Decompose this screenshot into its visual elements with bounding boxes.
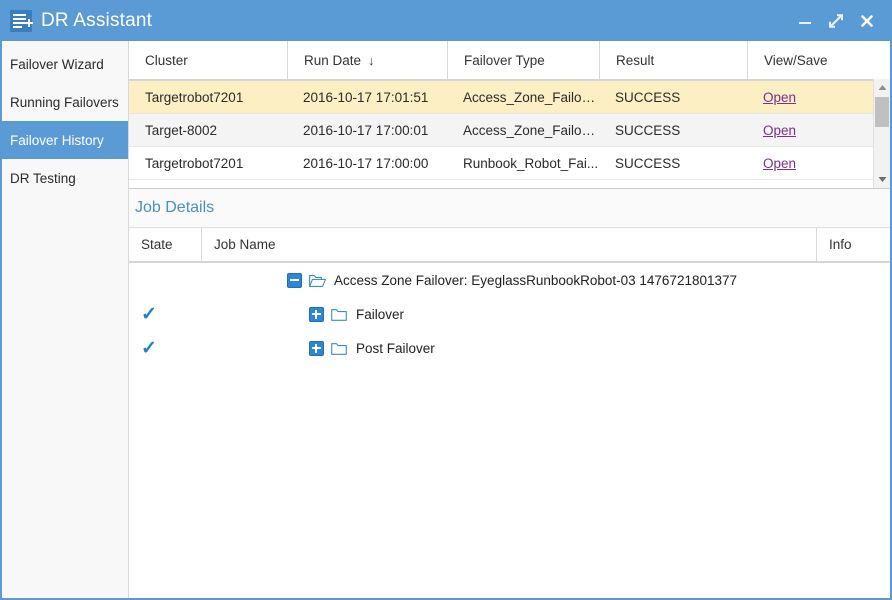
scroll-down-icon[interactable]	[874, 171, 890, 188]
sidebar-item-dr-testing[interactable]: DR Testing	[2, 159, 128, 197]
folder-closed-icon	[331, 342, 348, 355]
job-details-tree: Access Zone Failover: EyeglassRunbookRob…	[129, 263, 890, 598]
cell-result: SUCCESS	[615, 122, 681, 138]
column-header-label: Info	[829, 237, 852, 252]
tree-node-label: Access Zone Failover: EyeglassRunbookRob…	[334, 272, 738, 288]
cell-job-name: Failover	[201, 306, 405, 322]
column-header-label: Result	[616, 52, 655, 68]
job-details-column-headers: State Job Name Info	[129, 228, 890, 263]
open-link[interactable]: Open	[763, 90, 796, 105]
column-header-job-name[interactable]: Job Name	[201, 228, 816, 261]
cell-result: SUCCESS	[615, 89, 681, 105]
grid-header-row: Cluster Run Date ↓ Failover Type Result …	[129, 41, 890, 81]
tree-node-failover[interactable]: ✓ Failover	[129, 297, 890, 331]
collapse-minus-icon[interactable]	[287, 272, 302, 288]
sidebar-item-running-failovers[interactable]: Running Failovers	[2, 83, 128, 121]
vertical-scrollbar[interactable]	[873, 79, 890, 188]
folder-closed-icon	[331, 308, 348, 321]
grid-body: Targetrobot7201 2016-10-17 17:01:51 Acce…	[129, 81, 890, 188]
column-header-cluster[interactable]: Cluster	[129, 41, 287, 79]
tree-node-root[interactable]: Access Zone Failover: EyeglassRunbookRob…	[129, 263, 890, 297]
cell-view-save: Open	[747, 90, 867, 105]
cell-failover-type: Access_Zone_Failover	[463, 122, 599, 138]
app-window: DR Assistant Failover Wizard Running Fai…	[0, 0, 892, 600]
column-header-label: Failover Type	[464, 52, 545, 68]
close-icon[interactable]	[858, 12, 876, 30]
cell-state: ✓	[129, 339, 201, 358]
failover-history-grid: Cluster Run Date ↓ Failover Type Result …	[129, 41, 890, 189]
table-row[interactable]: Target-8002 2016-10-17 17:00:01 Access_Z…	[129, 114, 890, 147]
column-header-failover-type[interactable]: Failover Type	[447, 41, 599, 79]
job-details-header: Job Details	[129, 189, 890, 228]
sidebar: Failover Wizard Running Failovers Failov…	[2, 41, 129, 598]
cell-view-save: Open	[747, 123, 867, 138]
scroll-thumb[interactable]	[875, 97, 889, 127]
title-bar: DR Assistant	[2, 0, 890, 41]
cell-run-date: 2016-10-17 17:01:51	[303, 89, 429, 105]
column-header-label: View/Save	[764, 52, 828, 68]
tree-node-label: Post Failover	[356, 340, 435, 356]
sidebar-item-label: Running Failovers	[10, 94, 119, 110]
cell-failover-type: Runbook_Robot_Fai...	[463, 155, 599, 171]
table-row[interactable]: Targetrobot7201 2016-10-17 17:01:51 Acce…	[129, 81, 890, 114]
sidebar-item-label: Failover Wizard	[10, 56, 104, 72]
app-title: DR Assistant	[41, 9, 153, 31]
job-details-title: Job Details	[135, 199, 215, 216]
column-header-info[interactable]: Info	[816, 228, 890, 261]
open-link[interactable]: Open	[763, 123, 796, 138]
column-header-state[interactable]: State	[129, 228, 201, 261]
column-header-view-save[interactable]: View/Save	[747, 41, 867, 79]
tree-node-label: Failover	[356, 306, 405, 322]
expand-plus-icon[interactable]	[309, 340, 324, 356]
sidebar-item-label: Failover History	[10, 132, 104, 148]
column-header-label: Run Date	[304, 52, 362, 68]
cell-cluster: Target-8002	[145, 122, 218, 138]
content-pane: Cluster Run Date ↓ Failover Type Result …	[129, 41, 890, 598]
success-check-icon: ✓	[141, 337, 157, 359]
list-plus-icon	[10, 9, 33, 32]
cell-cluster: Targetrobot7201	[145, 89, 244, 105]
cell-job-name: Post Failover	[201, 340, 435, 356]
expand-plus-icon[interactable]	[309, 306, 324, 322]
column-header-label: Cluster	[145, 52, 188, 68]
cell-cluster: Targetrobot7201	[145, 155, 244, 171]
maximize-diagonal-icon[interactable]	[827, 12, 845, 30]
cell-view-save: Open	[747, 156, 867, 171]
sidebar-item-label: DR Testing	[10, 170, 76, 186]
column-header-run-date[interactable]: Run Date ↓	[287, 41, 447, 79]
table-row[interactable]: Targetrobot7201 2016-10-17 17:00:00 Runb…	[129, 147, 890, 180]
column-header-label: Job Name	[214, 237, 276, 252]
open-link[interactable]: Open	[763, 156, 796, 171]
cell-failover-type: Access_Zone_Failover	[463, 89, 599, 105]
sort-descending-icon: ↓	[368, 52, 375, 68]
success-check-icon: ✓	[141, 303, 157, 325]
sidebar-item-failover-wizard[interactable]: Failover Wizard	[2, 45, 128, 83]
column-header-label: State	[141, 237, 173, 252]
window-body: Failover Wizard Running Failovers Failov…	[2, 41, 890, 598]
cell-state: ✓	[129, 305, 201, 324]
cell-run-date: 2016-10-17 17:00:01	[303, 122, 429, 138]
cell-run-date: 2016-10-17 17:00:00	[303, 155, 429, 171]
scroll-up-icon[interactable]	[874, 79, 890, 96]
folder-open-icon	[309, 274, 326, 287]
window-controls	[796, 12, 880, 30]
sidebar-item-failover-history[interactable]: Failover History	[2, 121, 128, 159]
minimize-icon[interactable]	[796, 12, 814, 30]
cell-job-name: Access Zone Failover: EyeglassRunbookRob…	[201, 272, 738, 288]
column-header-result[interactable]: Result	[599, 41, 747, 79]
tree-node-post-failover[interactable]: ✓ Post Failover	[129, 331, 890, 365]
cell-result: SUCCESS	[615, 155, 681, 171]
